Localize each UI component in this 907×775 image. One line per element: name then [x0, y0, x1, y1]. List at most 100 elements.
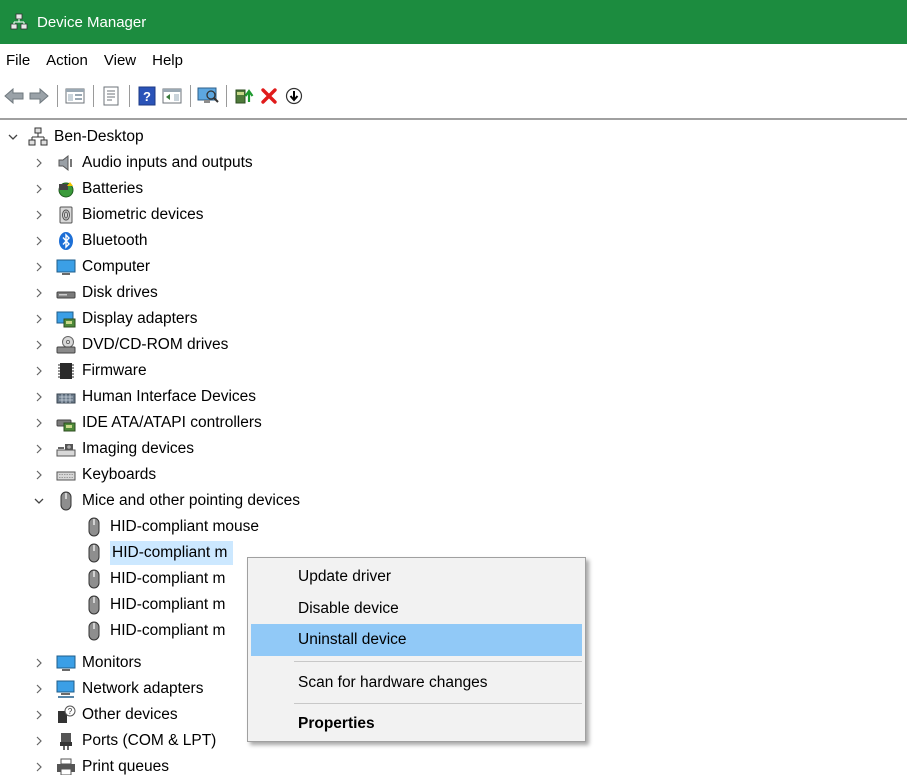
tree-item-hid-mouse-selected[interactable]: HID-compliant m: [60, 540, 234, 566]
bluetooth-icon: [56, 231, 76, 251]
tree-item-other[interactable]: ? Other devices: [32, 702, 178, 728]
action-pane-icon[interactable]: [160, 83, 184, 109]
title-bar: Device Manager: [0, 0, 907, 44]
tree-label: Monitors: [82, 654, 142, 671]
show-hide-console-tree-icon[interactable]: [63, 83, 87, 109]
tree-label: Human Interface Devices: [82, 388, 257, 405]
help-icon[interactable]: ?: [135, 83, 159, 109]
toolbar-separator: [226, 85, 227, 107]
hid-keyboard-icon: [56, 387, 76, 407]
toolbar-divider: [0, 118, 907, 120]
chevron-right-icon[interactable]: [32, 286, 46, 300]
tree-label: HID-compliant m: [110, 622, 226, 639]
tree-label: Imaging devices: [82, 440, 195, 457]
scan-hardware-icon[interactable]: [196, 83, 220, 109]
chevron-right-icon[interactable]: [32, 208, 46, 222]
chevron-right-icon[interactable]: [32, 656, 46, 670]
chevron-right-icon[interactable]: [32, 260, 46, 274]
tree-label: Batteries: [82, 180, 144, 197]
tree-item-disk-drives[interactable]: Disk drives: [32, 280, 158, 306]
menu-item-update-driver[interactable]: Update driver: [251, 561, 582, 593]
chevron-right-icon[interactable]: [32, 708, 46, 722]
tree-root-ben-desktop[interactable]: Ben-Desktop: [6, 124, 144, 150]
tree-item-biometric[interactable]: Biometric devices: [32, 202, 203, 228]
keyboard-icon: [56, 465, 76, 485]
tree-item-hid-mouse[interactable]: HID-compliant m: [60, 592, 225, 618]
device-manager-icon: [10, 13, 28, 31]
chevron-right-icon[interactable]: [32, 182, 46, 196]
forward-arrow-icon[interactable]: [27, 83, 51, 109]
firmware-chip-icon: [56, 361, 76, 381]
chevron-right-icon[interactable]: [32, 442, 46, 456]
tree-item-imaging[interactable]: Imaging devices: [32, 436, 194, 462]
tree-label: Biometric devices: [82, 206, 204, 223]
menu-file[interactable]: File: [0, 52, 38, 69]
tree-item-keyboards[interactable]: Keyboards: [32, 462, 156, 488]
tree-item-bluetooth[interactable]: Bluetooth: [32, 228, 148, 254]
tree-item-network[interactable]: Network adapters: [32, 676, 203, 702]
tree-label: Network adapters: [82, 680, 204, 697]
tree-label: Print queues: [82, 758, 170, 775]
back-arrow-icon[interactable]: [2, 83, 26, 109]
chevron-right-icon[interactable]: [32, 234, 46, 248]
window-title: Device Manager: [37, 13, 147, 31]
disable-device-icon[interactable]: [282, 83, 306, 109]
menu-action[interactable]: Action: [38, 52, 96, 69]
chevron-down-icon[interactable]: [6, 130, 20, 144]
update-driver-icon[interactable]: [232, 83, 256, 109]
tree-item-mice[interactable]: Mice and other pointing devices: [32, 488, 300, 514]
menu-separator: [294, 661, 582, 662]
chevron-right-icon[interactable]: [32, 312, 46, 326]
dvd-drive-icon: [56, 335, 76, 355]
tree-item-firmware[interactable]: Firmware: [32, 358, 147, 384]
chevron-right-icon[interactable]: [32, 468, 46, 482]
chevron-right-icon[interactable]: [32, 734, 46, 748]
port-connector-icon: [56, 731, 76, 751]
unknown-device-icon: ?: [56, 705, 76, 725]
tree-item-hid-mouse[interactable]: HID-compliant m: [60, 618, 225, 644]
tree-label: Display adapters: [82, 310, 198, 327]
tree-label: HID-compliant m: [110, 596, 226, 613]
monitor-icon: [56, 653, 76, 673]
uninstall-x-icon[interactable]: [257, 83, 281, 109]
tree-item-hid-mouse[interactable]: HID-compliant mouse: [60, 514, 259, 540]
computer-network-icon: [28, 127, 48, 147]
menu-item-disable-device[interactable]: Disable device: [251, 593, 582, 625]
tree-item-hid-mouse[interactable]: HID-compliant m: [60, 566, 225, 592]
menu-view[interactable]: View: [96, 52, 144, 69]
tree-item-audio[interactable]: Audio inputs and outputs: [32, 150, 253, 176]
chevron-right-icon[interactable]: [32, 156, 46, 170]
tree-item-print-queues[interactable]: Print queues: [32, 754, 169, 775]
chevron-right-icon[interactable]: [32, 390, 46, 404]
tree-item-display-adapters[interactable]: Display adapters: [32, 306, 197, 332]
menu-item-properties[interactable]: Properties: [251, 708, 582, 740]
context-menu: Update driver Disable device Uninstall d…: [247, 557, 586, 742]
tree-label: HID-compliant m: [110, 541, 234, 565]
fingerprint-reader-icon: [56, 205, 76, 225]
tree-label: Computer: [82, 258, 151, 275]
tree-item-hid[interactable]: Human Interface Devices: [32, 384, 256, 410]
chevron-right-icon[interactable]: [32, 760, 46, 774]
chevron-right-icon[interactable]: [32, 364, 46, 378]
tree-item-ports[interactable]: Ports (COM & LPT): [32, 728, 216, 754]
menu-item-scan-hardware[interactable]: Scan for hardware changes: [251, 667, 582, 699]
tree-item-monitors[interactable]: Monitors: [32, 650, 141, 676]
tree-item-ide[interactable]: IDE ATA/ATAPI controllers: [32, 410, 262, 436]
mouse-icon: [84, 595, 104, 615]
mouse-icon: [84, 517, 104, 537]
chevron-right-icon[interactable]: [32, 682, 46, 696]
menu-help[interactable]: Help: [144, 52, 191, 69]
toolbar-separator: [93, 85, 94, 107]
tree-item-computer[interactable]: Computer: [32, 254, 150, 280]
chevron-down-icon[interactable]: [32, 494, 46, 508]
chevron-right-icon[interactable]: [32, 416, 46, 430]
mouse-icon: [84, 569, 104, 589]
properties-icon[interactable]: [99, 83, 123, 109]
tree-label: DVD/CD-ROM drives: [82, 336, 229, 353]
chevron-right-icon[interactable]: [32, 338, 46, 352]
menu-item-uninstall-device[interactable]: Uninstall device: [251, 624, 582, 656]
menu-separator: [294, 703, 582, 704]
tree-label: Audio inputs and outputs: [82, 154, 253, 171]
tree-item-dvd-drives[interactable]: DVD/CD-ROM drives: [32, 332, 228, 358]
tree-item-batteries[interactable]: Batteries: [32, 176, 143, 202]
